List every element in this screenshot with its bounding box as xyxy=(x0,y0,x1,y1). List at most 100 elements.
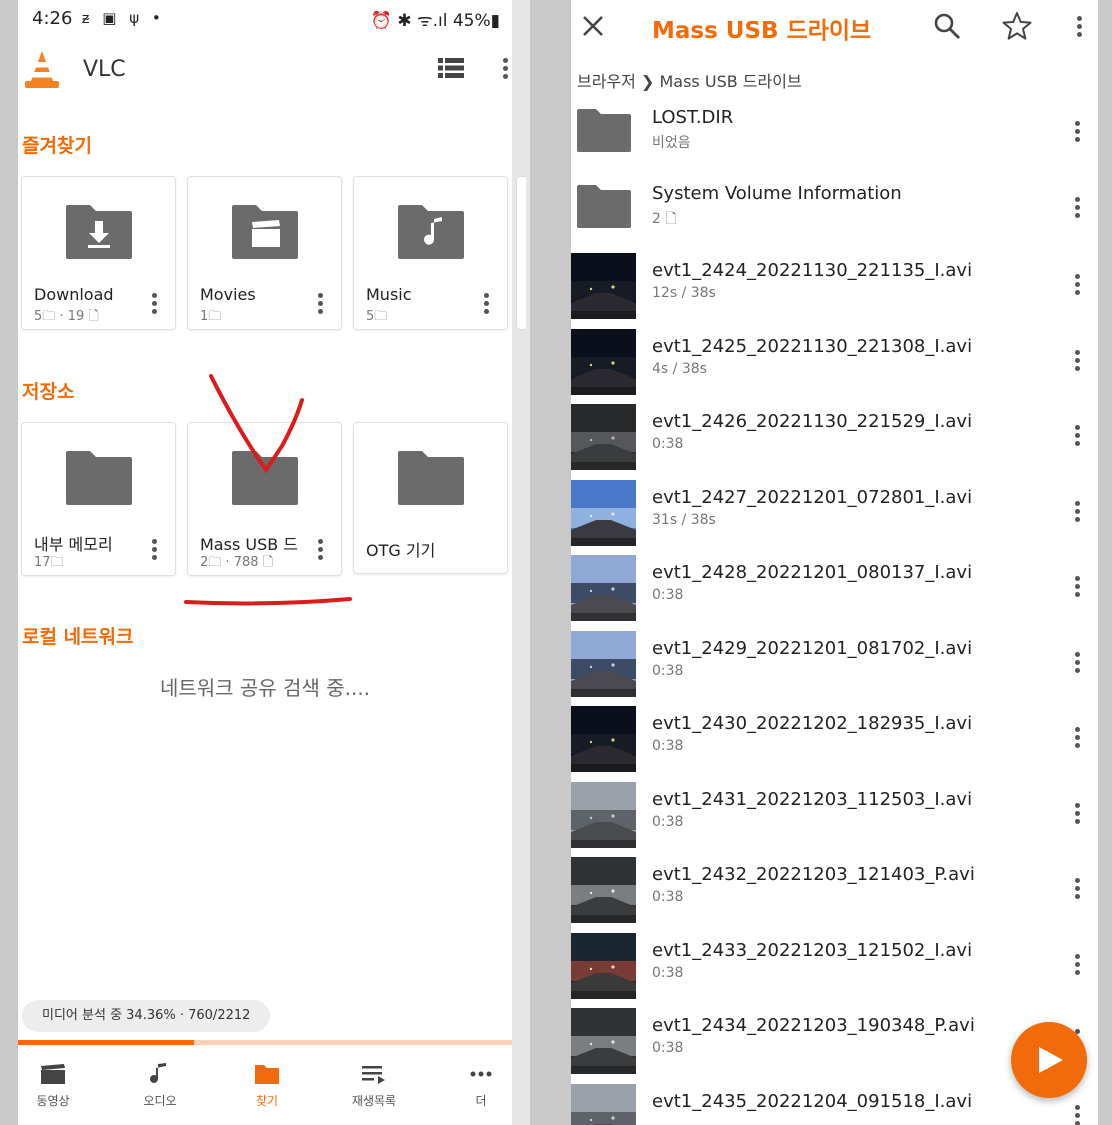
favorite-tile-download[interactable]: Download 5🗀 · 19 🗋 xyxy=(21,176,176,330)
item-menu-icon[interactable] xyxy=(1074,500,1080,525)
nav-audio[interactable]: 오디오 xyxy=(115,1062,205,1109)
item-menu-icon[interactable] xyxy=(1074,349,1080,374)
music-note-icon xyxy=(150,1063,166,1083)
storage-tile-internal[interactable]: 내부 메모리 17🗀 xyxy=(21,422,176,576)
status-right-icons: ⏰ ✱ ᯤ.ıl 45%▮ xyxy=(370,11,500,31)
item-menu-icon[interactable] xyxy=(1074,727,1080,751)
folder-icon xyxy=(255,1065,279,1084)
nav-browse[interactable]: 찾기 xyxy=(222,1062,312,1109)
notification-icons: ᵶ ▣ ψ • xyxy=(82,9,165,27)
breadcrumb-current: Mass USB 드라이브 xyxy=(659,72,802,91)
video-row[interactable]: evt1_2431_20221203_112503_I.avi 0:38 xyxy=(571,779,1098,854)
video-duration: 12s / 38s xyxy=(652,285,716,301)
media-scan-progress-fill xyxy=(18,1040,194,1045)
favorites-heading: 즐겨찾기 xyxy=(22,135,92,157)
video-row[interactable]: evt1_2435_20221204_091518_I.avi xyxy=(571,1081,1098,1125)
download-folder-icon xyxy=(66,205,132,259)
list-view-icon[interactable] xyxy=(438,56,464,80)
star-icon[interactable] xyxy=(1001,10,1033,42)
video-thumbnail xyxy=(571,932,636,999)
breadcrumb: 브라우저 ❯ Mass USB 드라이브 xyxy=(577,68,802,92)
favorite-tile-music[interactable]: Music 5🗀 xyxy=(353,176,508,330)
video-row[interactable]: evt1_2424_20221130_221135_I.avi 12s / 38s xyxy=(571,250,1098,325)
item-menu-icon[interactable] xyxy=(1074,953,1080,978)
storage-heading: 저장소 xyxy=(22,381,75,403)
item-menu-icon[interactable] xyxy=(1074,802,1080,827)
video-duration: 0:38 xyxy=(652,813,684,830)
nav-label: 동영상 xyxy=(36,1094,70,1108)
video-duration: 0:38 xyxy=(652,889,684,905)
video-name: evt1_2424_20221130_221135_I.avi xyxy=(652,260,973,281)
video-thumbnail xyxy=(571,781,636,848)
media-scan-status: 미디어 분석 중 34.36% · 760/2212 xyxy=(22,1000,271,1032)
play-all-button[interactable] xyxy=(1011,1022,1087,1098)
item-menu-icon[interactable] xyxy=(1074,576,1080,600)
video-row[interactable]: evt1_2428_20221201_080137_I.avi 0:38 xyxy=(571,552,1098,627)
toolbar: Mass USB 드라이브 xyxy=(571,0,1098,58)
close-icon[interactable] xyxy=(581,14,605,38)
video-duration: 0:38 xyxy=(652,436,684,452)
nav-playlists[interactable]: 재생목록 xyxy=(329,1062,419,1109)
video-name: evt1_2435_20221204_091518_I.avi xyxy=(652,1090,973,1112)
tile-name: Movies xyxy=(200,285,256,304)
video-row[interactable]: evt1_2432_20221203_121403_P.avi 0:38 xyxy=(571,854,1098,929)
video-thumbnail xyxy=(571,253,636,319)
folder-name: LOST.DIR xyxy=(652,107,734,128)
video-row[interactable]: evt1_2426_20221130_221529_I.avi 0:38 xyxy=(571,401,1098,476)
folder-icon xyxy=(398,451,464,505)
folder-name: System Volume Information xyxy=(652,182,902,204)
video-row[interactable]: evt1_2430_20221202_182935_I.avi 0:38 xyxy=(571,703,1098,778)
video-row[interactable]: evt1_2427_20221201_072801_I.avi 31s / 38s xyxy=(571,477,1098,552)
item-menu-icon[interactable] xyxy=(1074,878,1080,902)
item-menu-icon[interactable] xyxy=(1074,425,1080,449)
nav-more[interactable]: 더 xyxy=(436,1062,512,1109)
more-horizontal-icon xyxy=(470,1071,492,1077)
search-icon[interactable] xyxy=(933,12,961,40)
media-scan-progress xyxy=(18,1040,512,1045)
nav-label: 오디오 xyxy=(143,1094,177,1108)
file-icon: 🗋 xyxy=(665,210,677,227)
network-searching-text: 네트워크 공유 검색 중.... xyxy=(159,676,371,700)
video-thumbnail xyxy=(571,1083,636,1125)
item-menu-icon[interactable] xyxy=(1074,121,1080,145)
item-menu-icon[interactable] xyxy=(1074,274,1080,298)
folder-row[interactable]: System Volume Information 2 🗋 xyxy=(571,173,1098,248)
video-name: evt1_2429_20221201_081702_I.avi xyxy=(652,637,973,659)
tile-menu-icon[interactable] xyxy=(151,539,157,563)
video-thumbnail xyxy=(571,404,636,470)
video-thumbnail xyxy=(571,328,636,395)
tile-menu-icon[interactable] xyxy=(317,293,323,317)
local-network-heading: 로컬 네트워크 xyxy=(22,626,134,648)
tile-menu-icon[interactable] xyxy=(151,293,157,317)
video-thumbnail xyxy=(571,630,636,697)
video-thumbnail xyxy=(571,706,636,772)
video-name: evt1_2432_20221203_121403_P.avi xyxy=(652,864,975,885)
breadcrumb-root[interactable]: 브라우저 xyxy=(577,72,636,91)
video-duration: 4s / 38s xyxy=(652,360,707,377)
status-bar: 4:26 ᵶ ▣ ψ • ⏰ ✱ ᯤ.ıl 45%▮ xyxy=(18,0,512,36)
overflow-menu-icon[interactable] xyxy=(502,58,508,82)
nav-video[interactable]: 동영상 xyxy=(18,1062,98,1109)
video-icon xyxy=(41,1064,65,1084)
video-row[interactable]: evt1_2433_20221203_121502_I.avi 0:38 xyxy=(571,930,1098,1005)
folder-meta: 비었음 xyxy=(652,135,691,151)
video-row[interactable]: evt1_2429_20221201_081702_I.avi 0:38 xyxy=(571,628,1098,703)
folder-row[interactable]: LOST.DIR 비었음 xyxy=(571,97,1098,172)
offscreen-tile-edge xyxy=(516,176,526,330)
video-duration: 0:38 xyxy=(652,738,684,754)
item-menu-icon[interactable] xyxy=(1074,196,1080,221)
video-duration: 0:38 xyxy=(652,964,684,981)
video-duration: 31s / 38s xyxy=(652,511,716,528)
tile-menu-icon[interactable] xyxy=(483,293,489,317)
nav-label: 더 xyxy=(475,1094,487,1108)
overflow-menu-icon[interactable] xyxy=(1076,16,1082,40)
app-bar: VLC xyxy=(18,44,512,96)
video-row[interactable]: evt1_2425_20221130_221308_I.avi 4s / 38s xyxy=(571,326,1098,401)
item-menu-icon[interactable] xyxy=(1074,1104,1080,1125)
page-title: Mass USB 드라이브 xyxy=(652,18,872,44)
favorite-tile-movies[interactable]: Movies 1🗀 xyxy=(187,176,342,330)
item-menu-icon[interactable] xyxy=(1074,651,1080,676)
folder-meta: 2 🗋 xyxy=(652,210,677,227)
folder-icon xyxy=(577,109,631,152)
video-thumbnail xyxy=(571,1008,636,1074)
